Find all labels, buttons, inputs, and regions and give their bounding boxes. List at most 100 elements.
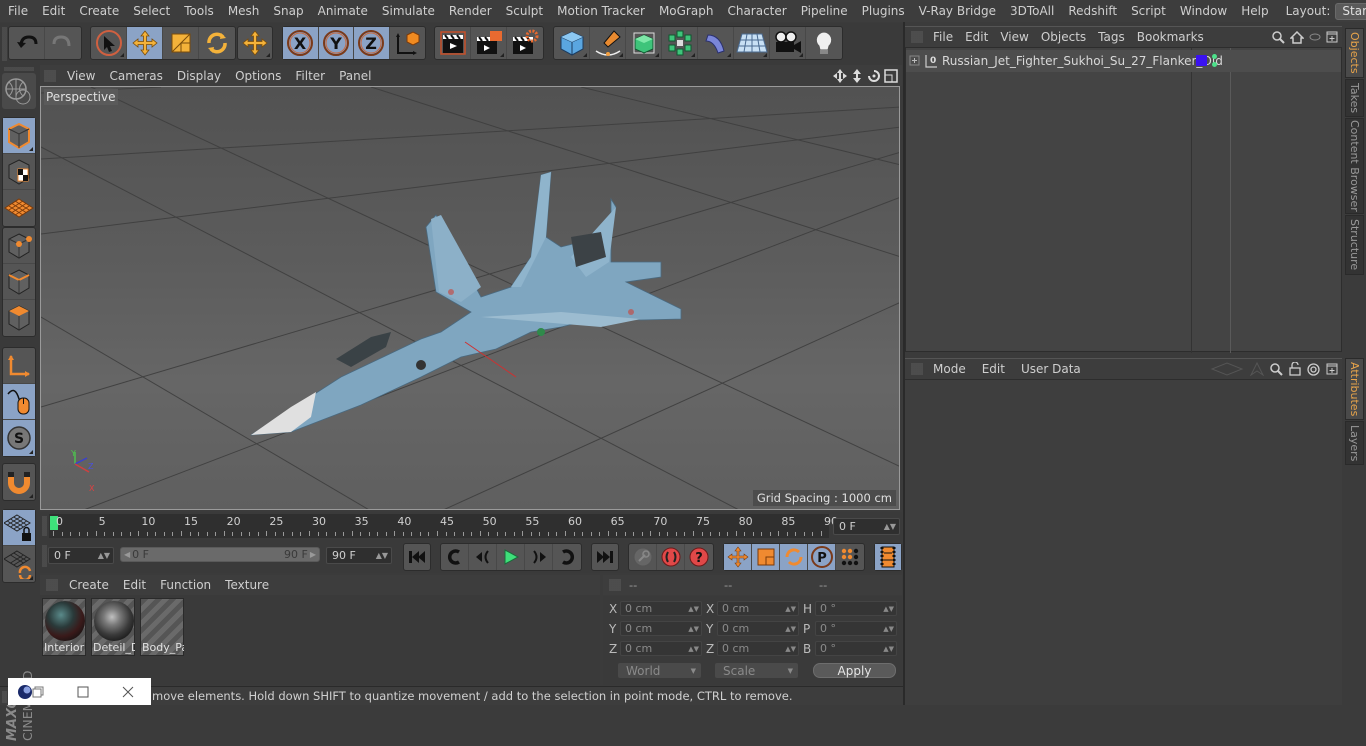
go-to-start-button[interactable]: [404, 544, 430, 570]
start-frame-field[interactable]: 0 F ▲▼: [48, 547, 114, 564]
record-scale-button[interactable]: [752, 544, 780, 570]
coordinates-grip[interactable]: [609, 579, 621, 591]
previous-frame-button[interactable]: [469, 544, 497, 570]
coordinate-system-button[interactable]: [390, 27, 425, 59]
menu-sculpt[interactable]: Sculpt: [499, 4, 550, 18]
point-mode-button[interactable]: [3, 228, 35, 264]
material-menu-edit[interactable]: Edit: [116, 578, 153, 592]
menu-window[interactable]: Window: [1173, 4, 1234, 18]
maximize-view-icon[interactable]: [884, 68, 898, 83]
record-position-button[interactable]: [724, 544, 752, 570]
model-mode-button[interactable]: [3, 118, 35, 154]
rotation-p-field[interactable]: 0 ° ▲▼: [815, 621, 897, 636]
menu-redshift[interactable]: Redshift: [1061, 4, 1124, 18]
current-frame-field[interactable]: 0 F ▲▼: [833, 518, 900, 535]
polygon-mode-button[interactable]: [3, 300, 35, 336]
size-z-field[interactable]: 0 cm ▲▼: [717, 641, 799, 656]
tab-content-browser[interactable]: Content Browser: [1345, 118, 1364, 214]
workplane-grid-button[interactable]: [3, 190, 35, 226]
position-y-field[interactable]: 0 cm ▲▼: [620, 621, 702, 636]
viewport-grip[interactable]: [44, 69, 56, 82]
tab-objects[interactable]: Objects: [1345, 28, 1364, 78]
3d-viewport[interactable]: Y Z X Perspective Grid Spacing : 1000 cm: [40, 86, 900, 510]
menu-character[interactable]: Character: [720, 4, 793, 18]
home-icon[interactable]: [1290, 30, 1304, 44]
restore-window-icon[interactable]: [32, 686, 44, 698]
range-end-handle[interactable]: 90 F ▶: [284, 548, 316, 561]
material-swatch[interactable]: Body_Pa: [140, 598, 184, 656]
menu-tools[interactable]: Tools: [177, 4, 221, 18]
move-tool-button[interactable]: [127, 27, 163, 59]
left-toolbar-grip[interactable]: [4, 67, 34, 71]
autokeying-button[interactable]: [657, 544, 685, 570]
size-y-field[interactable]: 0 cm ▲▼: [717, 621, 799, 636]
next-frame-button[interactable]: [525, 544, 553, 570]
solo-mode-button[interactable]: S: [3, 420, 35, 456]
menu-edit[interactable]: Edit: [35, 4, 72, 18]
render-visibility-dot[interactable]: [1212, 62, 1217, 67]
deformer-button[interactable]: [698, 27, 734, 59]
x-axis-lock-button[interactable]: X: [283, 27, 319, 59]
menu-3dtoall[interactable]: 3DToAll: [1003, 4, 1061, 18]
tab-structure[interactable]: Structure: [1345, 215, 1364, 275]
light-object-button[interactable]: [806, 27, 842, 59]
attribute-manager-grip[interactable]: [911, 363, 923, 375]
viewport-menu-cameras[interactable]: Cameras: [102, 69, 169, 83]
floor-object-button[interactable]: [734, 27, 770, 59]
layer-color-swatch[interactable]: [1196, 55, 1207, 66]
pen-spline-button[interactable]: [590, 27, 626, 59]
texture-mode-button[interactable]: [3, 154, 35, 190]
z-axis-lock-button[interactable]: Z: [354, 27, 390, 59]
menu-pipeline[interactable]: Pipeline: [794, 4, 855, 18]
size-x-field[interactable]: 0 cm ▲▼: [717, 601, 799, 616]
material-grip[interactable]: [46, 579, 58, 591]
editor-visibility-dot[interactable]: [1212, 54, 1217, 59]
material-swatch[interactable]: Deteil_D: [91, 598, 135, 656]
rotate-tool-button[interactable]: [199, 27, 235, 59]
play-button[interactable]: [497, 544, 525, 570]
undo-button[interactable]: [9, 27, 45, 59]
record-rotation-button[interactable]: [780, 544, 808, 570]
timeline-grip[interactable]: [42, 516, 47, 536]
range-start-handle[interactable]: ◀ 0 F: [124, 548, 149, 561]
material-menu-texture[interactable]: Texture: [218, 578, 276, 592]
record-parameter-button[interactable]: P: [808, 544, 836, 570]
maximize-window-icon[interactable]: [77, 686, 89, 698]
apply-button[interactable]: Apply: [813, 663, 896, 678]
menu-file[interactable]: File: [0, 4, 35, 18]
search-icon[interactable]: [1272, 30, 1285, 44]
scale-tool-button[interactable]: [163, 27, 199, 59]
attributes-menu-user-data[interactable]: User Data: [1013, 362, 1089, 376]
menu-mograph[interactable]: MoGraph: [652, 4, 721, 18]
new-panel-icon[interactable]: [1326, 363, 1338, 375]
keyframe-selection-button[interactable]: ?: [685, 544, 713, 570]
rotation-b-field[interactable]: 0 ° ▲▼: [815, 641, 897, 656]
viewport-menu-options[interactable]: Options: [228, 69, 288, 83]
previous-keyframe-button[interactable]: [441, 544, 469, 570]
viewport-menu-panel[interactable]: Panel: [332, 69, 378, 83]
frame-range-slider[interactable]: ◀ 0 F 90 F ▶: [120, 547, 320, 562]
live-selection-button[interactable]: [91, 27, 127, 59]
record-active-objects-button[interactable]: [629, 544, 657, 570]
planar-workplane-button[interactable]: [3, 546, 35, 582]
y-axis-lock-button[interactable]: Y: [318, 27, 354, 59]
viewport-menu-filter[interactable]: Filter: [288, 69, 332, 83]
camera-object-button[interactable]: [770, 27, 806, 59]
menu-animate[interactable]: Animate: [311, 4, 375, 18]
rotation-h-field[interactable]: 0 ° ▲▼: [815, 601, 897, 616]
layout-dropdown[interactable]: Startup ▼: [1335, 2, 1366, 20]
objects-menu-objects[interactable]: Objects: [1035, 30, 1092, 44]
subdivision-surface-button[interactable]: [626, 27, 662, 59]
search-icon[interactable]: [1270, 362, 1283, 376]
position-z-field[interactable]: 0 cm ▲▼: [620, 641, 702, 656]
timeline-ruler[interactable]: 0 5 10 15 20 25 30 35 40 45 50 55 60 65 70 75 80 85 90: [49, 514, 838, 538]
camera-label[interactable]: Perspective: [44, 89, 118, 105]
render-to-picture-viewer-button[interactable]: [471, 27, 507, 59]
cloner-button[interactable]: [662, 27, 698, 59]
back-navigation-icon[interactable]: [1210, 362, 1244, 376]
record-point-level-button[interactable]: [836, 544, 864, 570]
redo-button[interactable]: [45, 27, 81, 59]
menu-vray-bridge[interactable]: V-Ray Bridge: [912, 4, 1003, 18]
lock-icon[interactable]: [1289, 362, 1301, 376]
open-timeline-button[interactable]: [875, 544, 901, 570]
